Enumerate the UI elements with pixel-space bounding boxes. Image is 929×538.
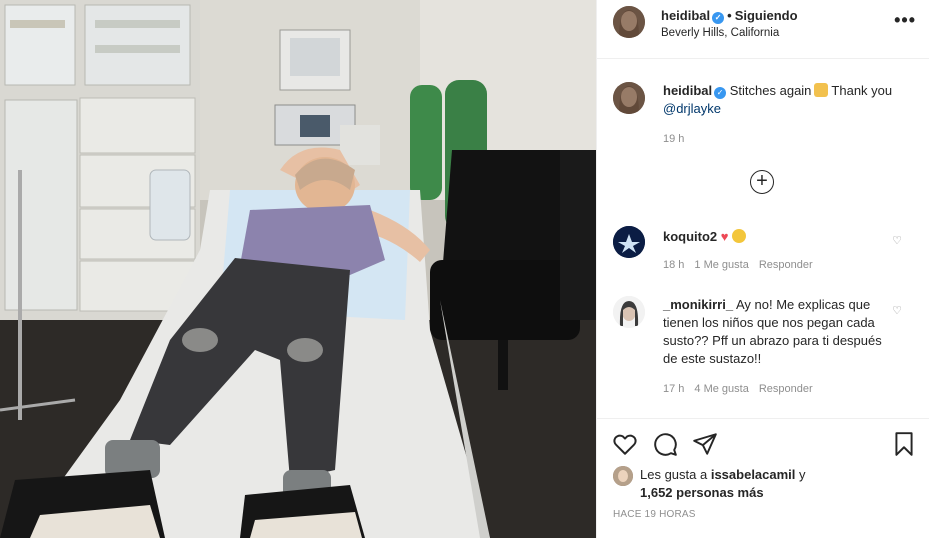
comment-likes[interactable]: 1 Me gusta	[694, 259, 748, 271]
person-emoji-icon	[814, 83, 829, 97]
likes-line: Les gusta a issabelacamil y	[640, 466, 806, 484]
comment-meta: 18 h 1 Me gusta Responder	[663, 259, 823, 271]
comment-time: 17 h	[663, 383, 685, 395]
verified-badge-icon: ✓	[712, 12, 725, 24]
share-icon[interactable]	[692, 431, 718, 457]
caption-time: 19 h	[663, 133, 685, 145]
verified-badge-icon: ✓	[714, 87, 727, 99]
comment-meta: 17 h 4 Me gusta Responder	[663, 383, 823, 395]
caption-avatar[interactable]	[613, 82, 645, 114]
follow-status-button[interactable]: Siguiendo	[735, 8, 798, 23]
post-header: heidibal ✓ • Siguiendo Beverly Hills, Calif…	[597, 0, 929, 59]
post-timestamp: HACE 19 HORAS	[613, 509, 696, 520]
separator-dot: •	[727, 8, 732, 23]
hospital-photo-illustration	[0, 0, 596, 538]
comment-reply-button[interactable]: Responder	[759, 259, 813, 271]
post-photo[interactable]	[0, 0, 596, 538]
header-username-line: heidibal ✓ • Siguiendo	[661, 8, 798, 24]
likes-conj: y	[799, 467, 806, 482]
likes-prefix: Les gusta a	[640, 467, 708, 482]
post-action-bar	[597, 418, 929, 468]
avatar-image	[613, 6, 645, 38]
comment-like-heart-icon[interactable]: ♡	[892, 304, 902, 317]
caption-username[interactable]: heidibal	[663, 83, 712, 98]
caption-body-end: Thank you	[831, 83, 893, 98]
caption-mention-link[interactable]: @drjlayke	[663, 101, 721, 116]
likes-others-link[interactable]: 1,652 personas más	[640, 484, 764, 502]
commenter-avatar[interactable]	[613, 296, 645, 328]
bookmark-icon[interactable]	[891, 431, 917, 457]
heart-emoji-icon: ♥	[720, 229, 729, 244]
caption-body-start: Stitches again	[729, 83, 812, 98]
ellipsis-icon[interactable]: •••	[894, 10, 916, 31]
comment-likes[interactable]: 4 Me gusta	[694, 383, 748, 395]
author-avatar[interactable]	[613, 6, 645, 38]
commenter-avatar[interactable]	[613, 226, 645, 258]
heart-icon[interactable]	[612, 431, 638, 457]
comment-text: _monikirri_ Ay no! Me explicas que tiene…	[663, 296, 883, 368]
post-location[interactable]: Beverly Hills, California	[661, 27, 779, 39]
author-username[interactable]: heidibal	[661, 8, 710, 23]
liker-avatar[interactable]	[613, 466, 633, 486]
comment-text: koquito2 ♥	[663, 228, 883, 246]
comment-reply-button[interactable]: Responder	[759, 383, 813, 395]
avatar-image	[613, 82, 645, 114]
comment-username[interactable]: _monikirri_	[663, 297, 733, 312]
comment-username[interactable]: koquito2	[663, 229, 717, 244]
comment-icon[interactable]	[652, 431, 678, 457]
caption-text: heidibal ✓ Stitches again Thank you @drjla…	[663, 82, 913, 118]
sun-emoji-icon	[731, 229, 746, 243]
comment-time: 18 h	[663, 259, 685, 271]
liker-username[interactable]: issabelacamil	[711, 467, 796, 482]
post-side-panel: heidibal ✓ • Siguiendo Beverly Hills, Calif…	[596, 0, 929, 538]
avatar-image	[613, 226, 645, 258]
avatar-image	[613, 466, 633, 486]
plus-circle-icon[interactable]: +	[750, 170, 774, 194]
comment-like-heart-icon[interactable]: ♡	[892, 234, 902, 247]
avatar-image	[613, 296, 645, 328]
